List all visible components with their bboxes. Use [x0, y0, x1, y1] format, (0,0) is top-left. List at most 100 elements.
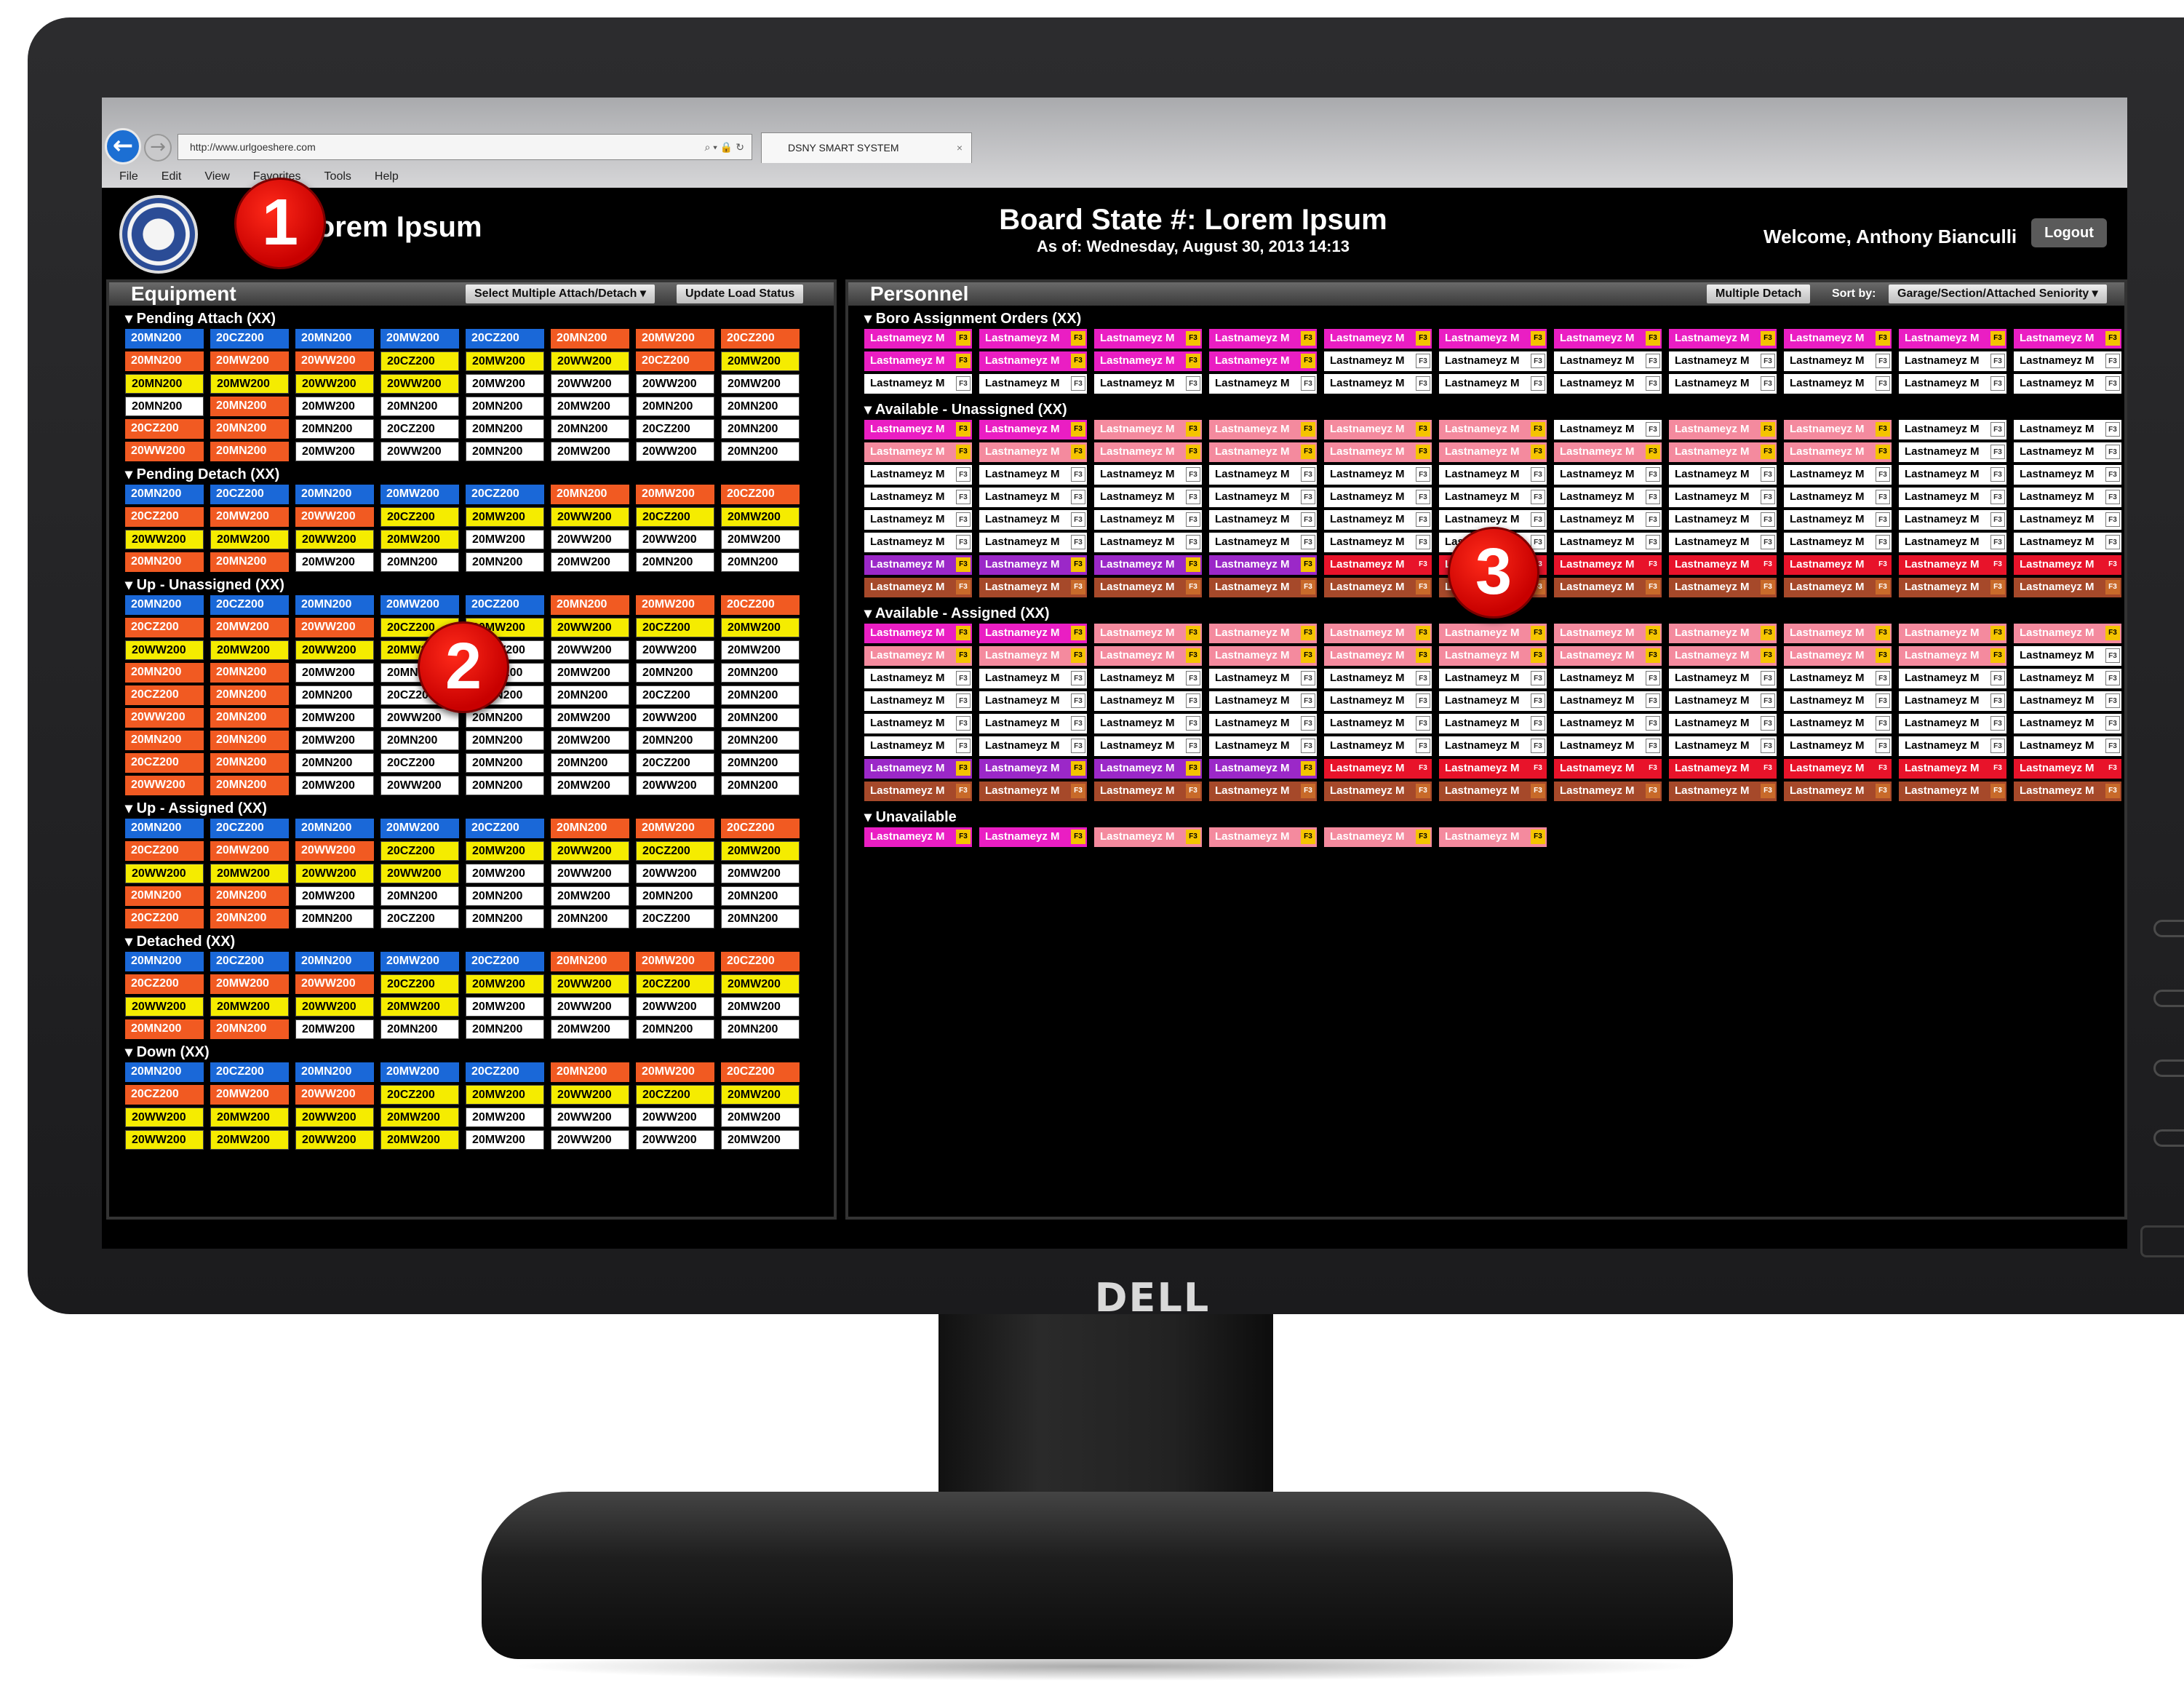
equipment-tag[interactable]: 20MW200 — [295, 708, 374, 728]
personnel-card[interactable]: Lastnameyz M F3 — [1669, 510, 1777, 530]
equipment-tag[interactable]: 20CZ200 — [636, 841, 714, 861]
personnel-card[interactable]: Lastnameyz M F3 — [1324, 329, 1432, 349]
equipment-tag[interactable]: 20MW200 — [466, 841, 544, 861]
equipment-tag[interactable]: 20WW200 — [125, 997, 204, 1017]
equipment-tag[interactable]: 20MN200 — [721, 552, 800, 572]
personnel-card[interactable]: Lastnameyz M F3 — [1094, 691, 1202, 711]
personnel-card[interactable]: Lastnameyz M F3 — [1899, 351, 2006, 371]
equipment-tag[interactable]: 20CZ200 — [636, 1085, 714, 1105]
equipment-tag[interactable]: 20MW200 — [636, 329, 714, 349]
personnel-card[interactable]: Lastnameyz M F3 — [1554, 646, 1662, 666]
personnel-card[interactable]: Lastnameyz M F3 — [1554, 488, 1662, 507]
equipment-tag[interactable]: 20MW200 — [636, 1062, 714, 1082]
personnel-card[interactable]: Lastnameyz M F3 — [1784, 465, 1892, 485]
personnel-card[interactable]: Lastnameyz M F3 — [1209, 374, 1317, 394]
personnel-card[interactable]: Lastnameyz M F3 — [2014, 329, 2121, 349]
equipment-tag[interactable]: 20MW200 — [551, 552, 629, 572]
equipment-tag[interactable]: 20WW200 — [636, 997, 714, 1017]
personnel-card[interactable]: Lastnameyz M F3 — [1439, 488, 1547, 507]
personnel-card[interactable]: Lastnameyz M F3 — [979, 736, 1087, 756]
equipment-tag[interactable]: 20MW200 — [210, 1085, 289, 1105]
personnel-card[interactable]: Lastnameyz M F3 — [1554, 691, 1662, 711]
equipment-tag[interactable]: 20MW200 — [636, 485, 714, 504]
equipment-tag[interactable]: 20CZ200 — [721, 952, 800, 971]
personnel-card[interactable]: Lastnameyz M F3 — [1899, 782, 2006, 801]
equipment-tag[interactable]: 20MW200 — [466, 1130, 544, 1150]
equipment-tag[interactable]: 20MN200 — [466, 909, 544, 928]
personnel-card[interactable]: Lastnameyz M F3 — [1094, 555, 1202, 575]
equipment-tag[interactable]: 20MN200 — [380, 1019, 459, 1039]
personnel-card[interactable]: Lastnameyz M F3 — [979, 624, 1087, 643]
personnel-card[interactable]: Lastnameyz M F3 — [1899, 714, 2006, 733]
equipment-tag[interactable]: 20WW200 — [380, 864, 459, 883]
personnel-card[interactable]: Lastnameyz M F3 — [864, 442, 972, 462]
equipment-tag[interactable]: 20CZ200 — [721, 1062, 800, 1082]
equipment-tag[interactable]: 20MW200 — [295, 886, 374, 906]
personnel-card[interactable]: Lastnameyz M F3 — [979, 488, 1087, 507]
equipment-tag[interactable]: 20MN200 — [551, 485, 629, 504]
equipment-tag[interactable]: 20MN200 — [210, 753, 289, 773]
equipment-tag[interactable]: 20MN200 — [125, 1019, 204, 1039]
equipment-tag[interactable]: 20MN200 — [295, 819, 374, 838]
equipment-tag[interactable]: 20MN200 — [551, 952, 629, 971]
equipment-tag[interactable]: 20WW200 — [295, 1108, 374, 1127]
personnel-card[interactable]: Lastnameyz M F3 — [1554, 669, 1662, 688]
equipment-tag[interactable]: 20WW200 — [295, 997, 374, 1017]
personnel-card[interactable]: Lastnameyz M F3 — [1094, 782, 1202, 801]
equipment-tag[interactable]: 20MN200 — [210, 909, 289, 928]
personnel-card[interactable]: Lastnameyz M F3 — [2014, 488, 2121, 507]
personnel-card[interactable]: Lastnameyz M F3 — [979, 555, 1087, 575]
personnel-card[interactable]: Lastnameyz M F3 — [1094, 759, 1202, 779]
equipment-tag[interactable]: 20MN200 — [295, 419, 374, 439]
personnel-card[interactable]: Lastnameyz M F3 — [2014, 578, 2121, 597]
equipment-tag[interactable]: 20CZ200 — [721, 819, 800, 838]
equipment-tag[interactable]: 20WW200 — [551, 507, 629, 527]
personnel-card[interactable]: Lastnameyz M F3 — [864, 555, 972, 575]
personnel-card[interactable]: Lastnameyz M F3 — [1899, 578, 2006, 597]
equipment-tag[interactable]: 20MN200 — [721, 397, 800, 416]
equipment-tag[interactable]: 20MW200 — [210, 351, 289, 371]
equipment-tag[interactable]: 20MN200 — [636, 886, 714, 906]
personnel-card[interactable]: Lastnameyz M F3 — [864, 510, 972, 530]
personnel-card[interactable]: Lastnameyz M F3 — [1439, 624, 1547, 643]
equipment-tag[interactable]: 20CZ200 — [125, 507, 204, 527]
equipment-tag[interactable]: 20MW200 — [721, 374, 800, 394]
personnel-card[interactable]: Lastnameyz M F3 — [1209, 555, 1317, 575]
sort-by-dropdown[interactable]: Garage/Section/Attached Seniority ▾ — [1889, 285, 2107, 303]
personnel-section-title[interactable]: Available - Unassigned (XX) — [864, 399, 2119, 420]
personnel-card[interactable]: Lastnameyz M F3 — [1784, 374, 1892, 394]
personnel-card[interactable]: Lastnameyz M F3 — [979, 420, 1087, 440]
personnel-card[interactable]: Lastnameyz M F3 — [979, 782, 1087, 801]
equipment-tag[interactable]: 20MN200 — [721, 685, 800, 705]
equipment-tag[interactable]: 20WW200 — [295, 351, 374, 371]
personnel-section-title[interactable]: Boro Assignment Orders (XX) — [864, 309, 2119, 329]
equipment-tag[interactable]: 20WW200 — [295, 374, 374, 394]
personnel-card[interactable]: Lastnameyz M F3 — [1784, 533, 1892, 552]
personnel-card[interactable]: Lastnameyz M F3 — [864, 374, 972, 394]
equipment-tag[interactable]: 20MN200 — [466, 776, 544, 795]
equipment-tag[interactable]: 20MN200 — [380, 886, 459, 906]
equipment-tag[interactable]: 20MW200 — [210, 618, 289, 637]
equipment-tag[interactable]: 20MN200 — [636, 1019, 714, 1039]
equipment-tag[interactable]: 20MN200 — [551, 329, 629, 349]
equipment-tag[interactable]: 20WW200 — [125, 1108, 204, 1127]
equipment-tag[interactable]: 20MN200 — [295, 753, 374, 773]
close-icon[interactable]: × — [957, 133, 963, 162]
personnel-card[interactable]: Lastnameyz M F3 — [1324, 759, 1432, 779]
personnel-card[interactable]: Lastnameyz M F3 — [1324, 782, 1432, 801]
personnel-card[interactable]: Lastnameyz M F3 — [864, 782, 972, 801]
equipment-tag[interactable]: 20MN200 — [210, 776, 289, 795]
personnel-card[interactable]: Lastnameyz M F3 — [1094, 374, 1202, 394]
equipment-tag[interactable]: 20MW200 — [551, 886, 629, 906]
equipment-tag[interactable]: 20MW200 — [466, 530, 544, 549]
equipment-tag[interactable]: 20WW200 — [551, 997, 629, 1017]
equipment-tag[interactable]: 20MW200 — [721, 530, 800, 549]
personnel-card[interactable]: Lastnameyz M F3 — [1094, 624, 1202, 643]
multiple-detach-button[interactable]: Multiple Detach — [1707, 285, 1811, 303]
equipment-tag[interactable]: 20MN200 — [125, 351, 204, 371]
personnel-card[interactable]: Lastnameyz M F3 — [864, 691, 972, 711]
equipment-tag[interactable]: 20MN200 — [551, 685, 629, 705]
personnel-card[interactable]: Lastnameyz M F3 — [1324, 420, 1432, 440]
equipment-tag[interactable]: 20WW200 — [295, 640, 374, 660]
personnel-card[interactable]: Lastnameyz M F3 — [2014, 420, 2121, 440]
